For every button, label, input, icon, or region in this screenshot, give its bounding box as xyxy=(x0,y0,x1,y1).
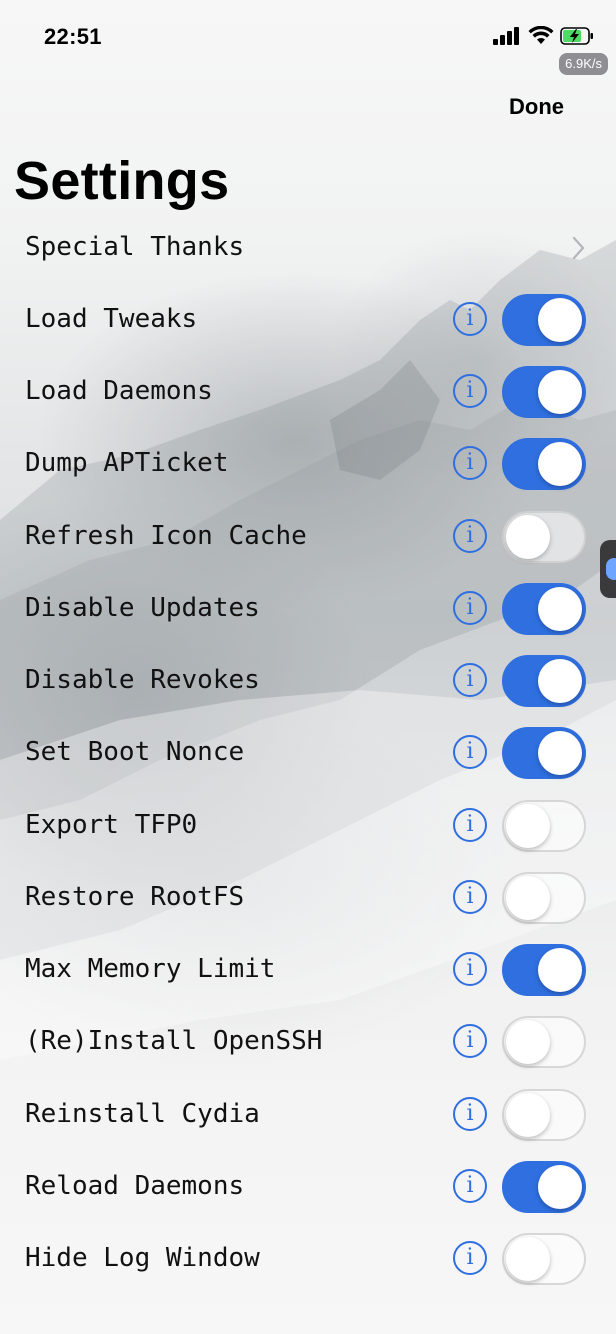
toggle-reinstall-cydia[interactable] xyxy=(502,1089,586,1141)
signal-icon xyxy=(493,27,519,45)
toggle-restore-rootfs[interactable] xyxy=(502,872,586,924)
toggle-export-tfp0[interactable] xyxy=(502,800,586,852)
row-load-tweaks: Load Tweaks i xyxy=(0,284,616,356)
row-label: Disable Updates xyxy=(25,593,260,623)
row-disable-revokes: Disable Revokes i xyxy=(0,645,616,717)
info-icon[interactable]: i xyxy=(453,1097,487,1131)
row-set-boot-nonce: Set Boot Nonce i xyxy=(0,717,616,789)
toggle-hide-log-window[interactable] xyxy=(502,1233,586,1285)
network-speed-badge: 6.9K/s xyxy=(559,53,608,75)
toggle-knob xyxy=(538,298,582,342)
toggle-knob xyxy=(506,1093,550,1137)
row-label: Load Daemons xyxy=(25,376,213,406)
info-icon[interactable]: i xyxy=(453,952,487,986)
row-reload-daemons: Reload Daemons i xyxy=(0,1151,616,1223)
toggle-refresh-icon-cache[interactable] xyxy=(502,511,586,563)
row-restore-rootfs: Restore RootFS i xyxy=(0,862,616,934)
row-reinstall-openssh: (Re)Install OpenSSH i xyxy=(0,1006,616,1078)
toggle-knob xyxy=(538,1165,582,1209)
toggle-load-tweaks[interactable] xyxy=(502,294,586,346)
info-icon[interactable]: i xyxy=(453,663,487,697)
status-icons xyxy=(492,26,594,46)
toggle-max-memory-limit[interactable] xyxy=(502,944,586,996)
toggle-load-daemons[interactable] xyxy=(502,366,586,418)
row-label: Refresh Icon Cache xyxy=(25,521,307,551)
toggle-disable-revokes[interactable] xyxy=(502,655,586,707)
info-icon[interactable]: i xyxy=(453,1169,487,1203)
handle-icon xyxy=(606,558,616,580)
info-icon[interactable]: i xyxy=(453,808,487,842)
status-time: 22:51 xyxy=(44,24,102,49)
row-label: Special Thanks xyxy=(25,232,245,262)
toggle-knob xyxy=(506,804,550,848)
row-label: Reload Daemons xyxy=(25,1171,245,1201)
toggle-knob xyxy=(506,1020,550,1064)
toggle-knob xyxy=(506,876,550,920)
row-label: Dump APTicket xyxy=(25,448,229,478)
row-max-memory-limit: Max Memory Limit i xyxy=(0,934,616,1006)
info-icon[interactable]: i xyxy=(453,519,487,553)
floating-side-handle[interactable] xyxy=(600,540,616,598)
row-label: Disable Revokes xyxy=(25,665,260,695)
toggle-reload-daemons[interactable] xyxy=(502,1161,586,1213)
info-icon[interactable]: i xyxy=(453,302,487,336)
row-hide-log-window: Hide Log Window i xyxy=(0,1223,616,1295)
row-special-thanks[interactable]: Special Thanks xyxy=(0,212,616,284)
toggle-knob xyxy=(538,948,582,992)
toggle-set-boot-nonce[interactable] xyxy=(502,727,586,779)
battery-charging-icon xyxy=(560,27,593,45)
row-label: Export TFP0 xyxy=(25,810,198,840)
toggle-reinstall-openssh[interactable] xyxy=(502,1016,586,1068)
toggle-knob xyxy=(538,442,582,486)
info-icon[interactable]: i xyxy=(453,1024,487,1058)
toggle-disable-updates[interactable] xyxy=(502,583,586,635)
row-load-daemons: Load Daemons i xyxy=(0,356,616,428)
toggle-knob xyxy=(506,515,550,559)
toggle-dump-apticket[interactable] xyxy=(502,438,586,490)
row-reinstall-cydia: Reinstall Cydia i xyxy=(0,1079,616,1151)
info-icon[interactable]: i xyxy=(453,374,487,408)
row-export-tfp0: Export TFP0 i xyxy=(0,790,616,862)
row-label: Hide Log Window xyxy=(25,1243,260,1273)
chevron-right-icon xyxy=(572,236,585,260)
row-label: (Re)Install OpenSSH xyxy=(25,1026,323,1056)
toggle-knob xyxy=(506,1237,550,1281)
row-dump-apticket: Dump APTicket i xyxy=(0,428,616,500)
row-disable-updates: Disable Updates i xyxy=(0,573,616,645)
row-label: Set Boot Nonce xyxy=(25,737,245,767)
row-refresh-icon-cache: Refresh Icon Cache i xyxy=(0,501,616,573)
info-icon[interactable]: i xyxy=(453,735,487,769)
row-label: Max Memory Limit xyxy=(25,954,276,984)
info-icon[interactable]: i xyxy=(453,591,487,625)
toggle-knob xyxy=(538,731,582,775)
page-title: Settings xyxy=(14,151,230,211)
wifi-icon xyxy=(528,26,554,44)
toggle-knob xyxy=(538,587,582,631)
done-button[interactable]: Done xyxy=(509,94,564,120)
toggle-knob xyxy=(538,659,582,703)
toggle-knob xyxy=(538,370,582,414)
info-icon[interactable]: i xyxy=(453,446,487,480)
row-label: Reinstall Cydia xyxy=(25,1099,260,1129)
info-icon[interactable]: i xyxy=(453,880,487,914)
row-label: Load Tweaks xyxy=(25,304,198,334)
info-icon[interactable]: i xyxy=(453,1241,487,1275)
row-label: Restore RootFS xyxy=(25,882,245,912)
